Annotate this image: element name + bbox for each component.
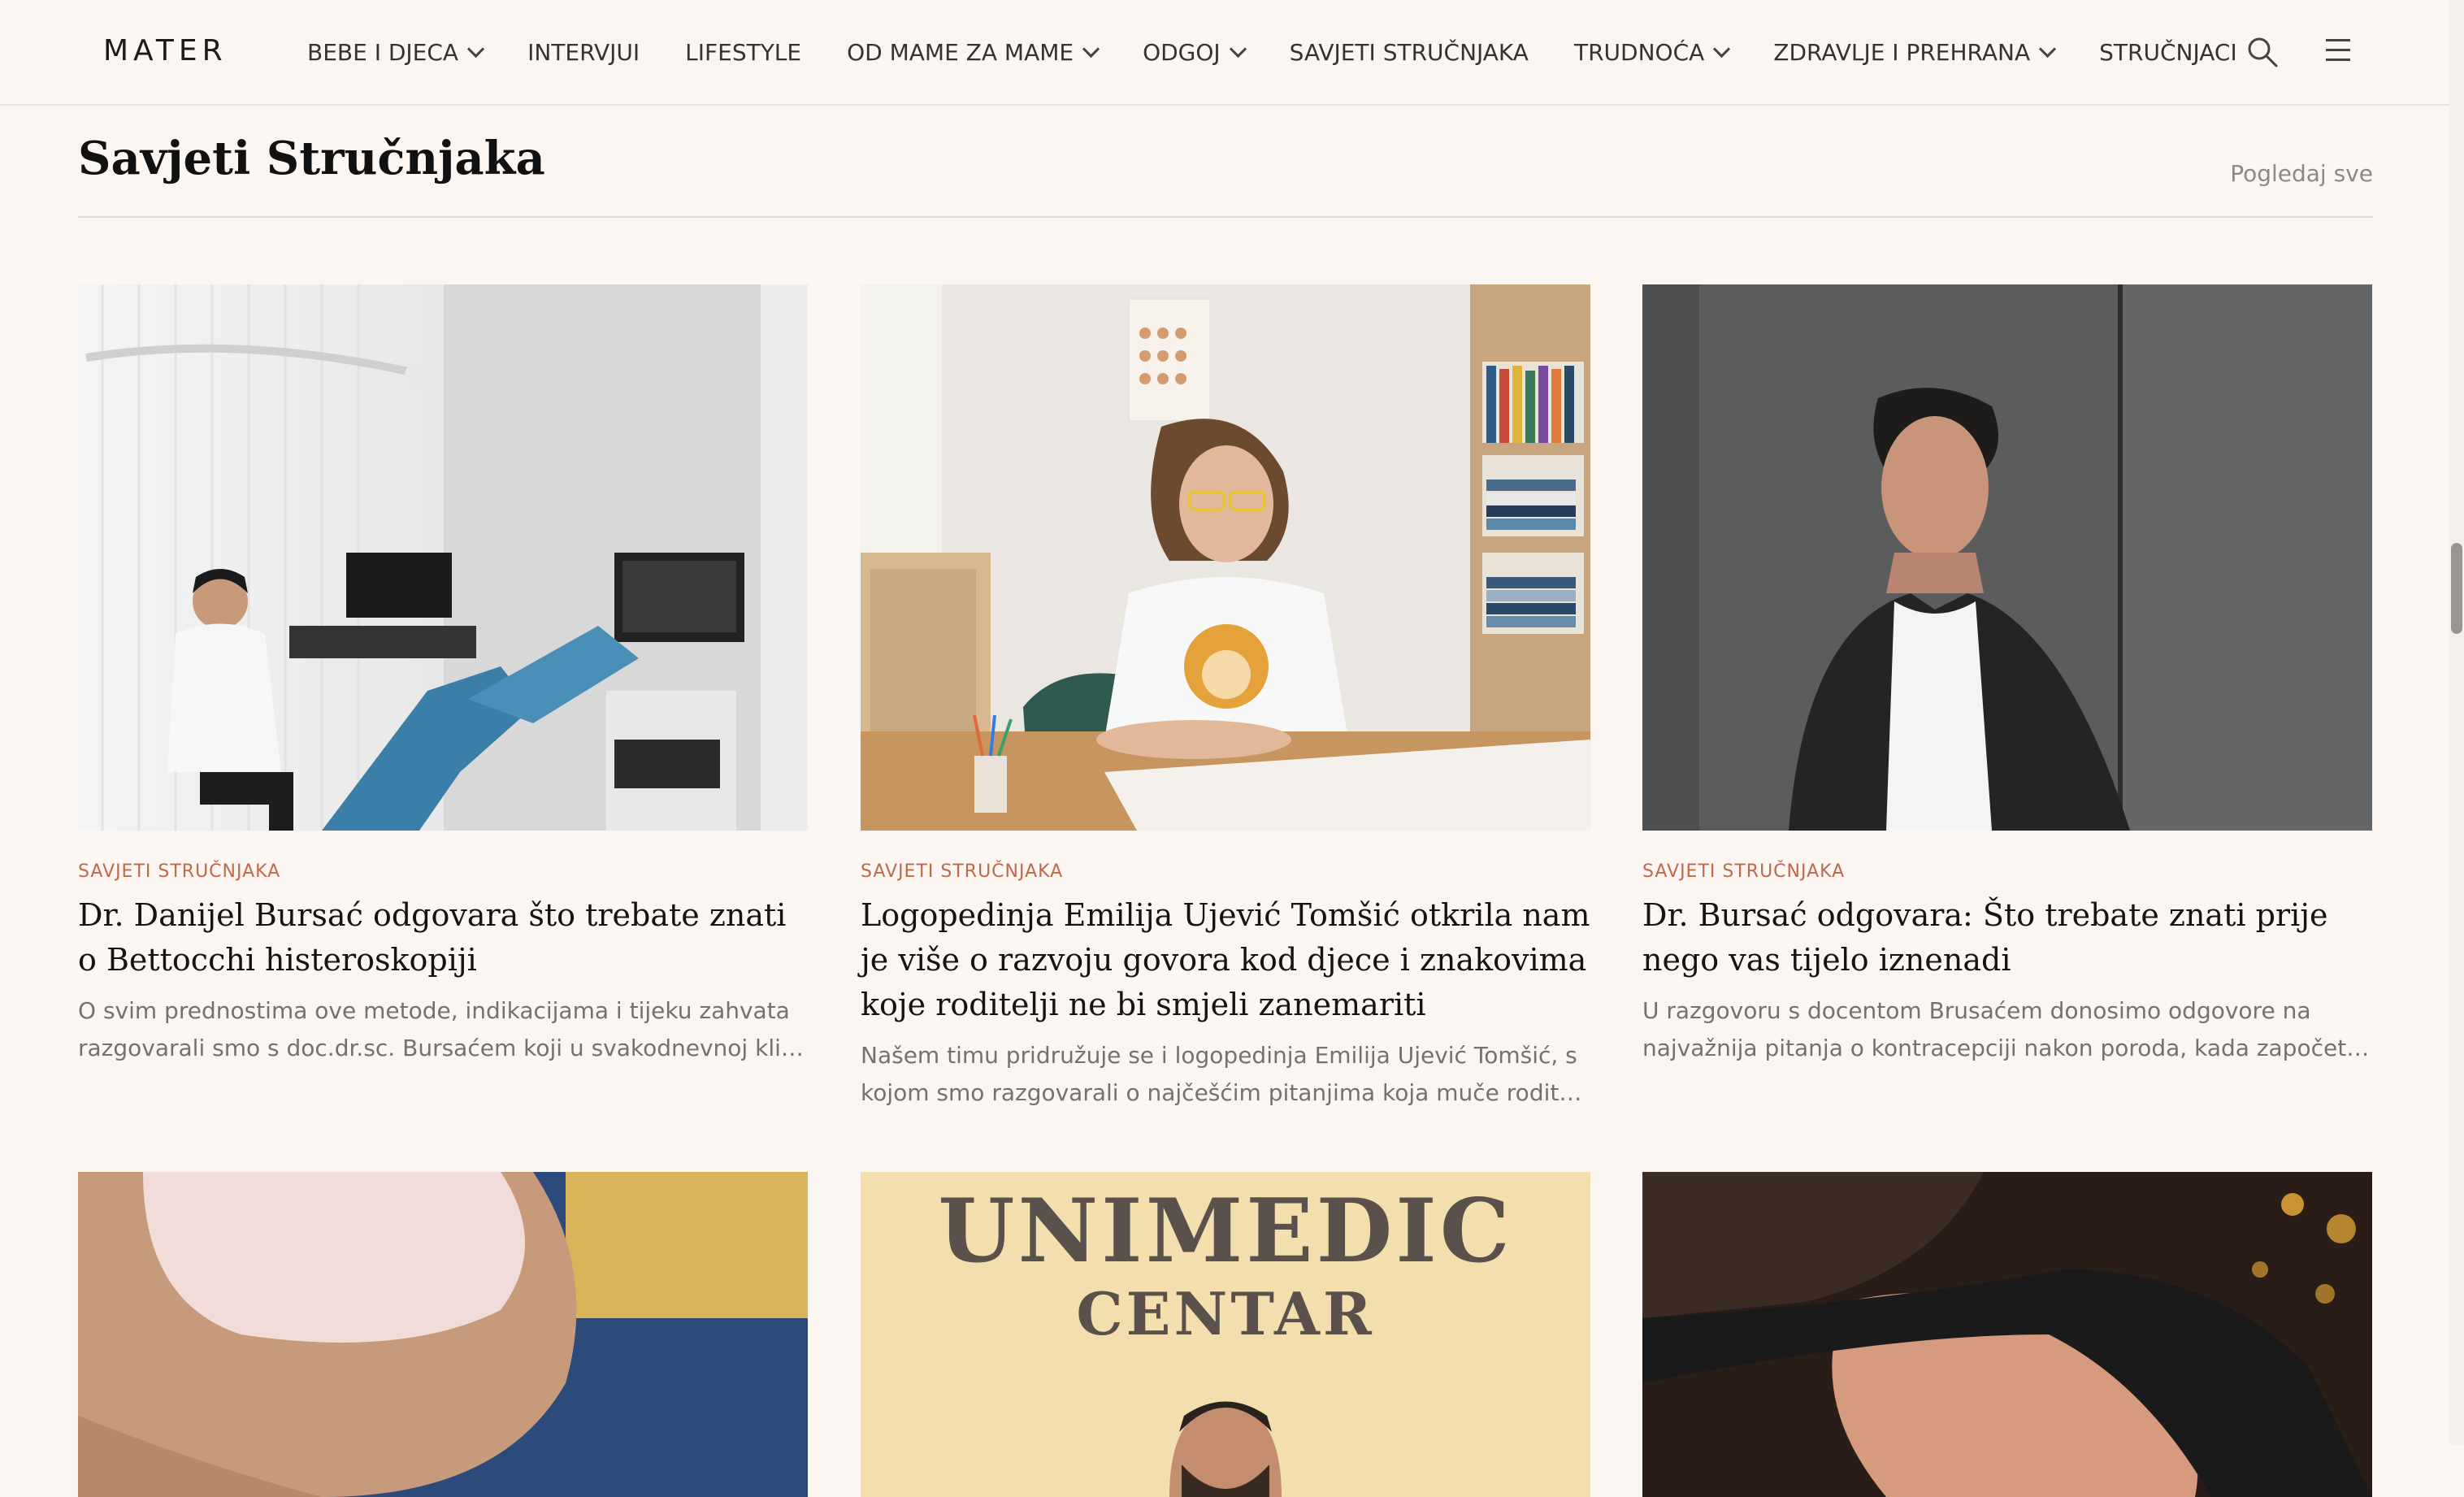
nav-item-label: OD MAME ZA MAME [847,38,1074,66]
article-image[interactable] [78,1172,808,1497]
article-image[interactable] [861,284,1590,831]
article-image[interactable] [1642,284,2372,831]
article-image[interactable] [78,284,808,831]
article-image[interactable] [1642,1172,2372,1497]
unimedic-sign-line2: CENTAR [1076,1279,1374,1348]
article-excerpt: Našem timu pridružuje se i logopedinja E… [861,1037,1590,1112]
nav-item-savjeti-strucnjaka[interactable]: SAVJETI STRUČNJAKA [1290,39,1529,66]
nav-item-trudnoca[interactable]: TRUDNOĆA [1573,38,1731,66]
main-nav: BEBE I DJECA INTERVJUI LIFESTYLE OD MAME… [307,0,2283,104]
nav-item-label: LIFESTYLE [685,38,802,66]
chevron-down-icon [1229,40,1247,58]
excerpt-line: Našem timu pridružuje se i logopedinja E… [861,1042,1577,1069]
article-title[interactable]: Dr. Danijel Bursać odgovara što trebate … [78,893,808,983]
nav-item-label: ODGOJ [1143,38,1221,66]
nav-item-label: TRUDNOĆA [1573,38,1705,66]
excerpt-line: O svim prednostima ove metode, indikacij… [78,997,790,1024]
article-card: SAVJETI STRUČNJAKA Dr. Bursać odgovara: … [1642,284,2372,1067]
nav-item-lifestyle[interactable]: LIFESTYLE [685,39,801,66]
chevron-down-icon [1082,40,1100,58]
article-excerpt: O svim prednostima ove metode, indikacij… [78,992,808,1067]
nav-item-bebe-i-djeca[interactable]: BEBE I DJECA [307,38,485,66]
scrollbar-track[interactable] [2449,0,2464,1445]
article-title[interactable]: Dr. Bursać odgovara: Što trebate znati p… [1642,893,2372,983]
article-category[interactable]: SAVJETI STRUČNJAKA [78,861,808,882]
chevron-down-icon [2039,40,2057,58]
site-logo[interactable]: MATER [103,34,228,67]
nav-item-label: ZDRAVLJE I PREHRANA [1773,38,2031,66]
article-card: SAVJETI STRUČNJAKA Logopedinja Emilija U… [861,284,1590,1112]
section-divider [78,216,2373,218]
unimedic-sign-line1: UNIMEDIC [938,1180,1512,1282]
excerpt-line: najvažnija pitanja o kontracepciji nakon… [1642,1035,2372,1061]
nav-item-label: INTERVJUI [527,38,640,66]
nav-item-intervjui[interactable]: INTERVJUI [527,39,640,66]
article-category[interactable]: SAVJETI STRUČNJAKA [1642,861,2372,882]
nav-item-strucnjaci[interactable]: STRUČNJACI [2099,39,2237,66]
site-header: MATER BEBE I DJECA INTERVJUI LIFESTYLE O… [0,0,2449,106]
nav-item-zdravlje-i-prehrana[interactable]: ZDRAVLJE I PREHRANA [1773,38,2057,66]
scrollbar-thumb[interactable] [2451,543,2462,634]
article-card: SAVJETI STRUČNJAKA Dr. Danijel Bursać od… [78,284,808,1067]
nav-item-label: SAVJETI STRUČNJAKA [1289,38,1529,66]
article-image[interactable]: UNIMEDIC CENTAR [861,1172,1590,1497]
article-excerpt: U razgovoru s docentom Brusaćem donosimo… [1642,992,2372,1067]
chevron-down-icon [466,40,485,58]
search-button[interactable] [2246,36,2279,68]
hamburger-menu-icon[interactable] [2326,39,2353,63]
article-category[interactable]: SAVJETI STRUČNJAKA [861,861,1590,882]
see-all-link[interactable]: Pogledaj sve [2230,160,2373,187]
excerpt-line: razgovarali smo s doc.dr.sc. Bursaćem ko… [78,1035,808,1061]
excerpt-line: U razgovoru s docentom Brusaćem donosimo… [1642,997,2311,1024]
nav-item-label: STRUČNJACI [2099,38,2237,66]
excerpt-line: kojom smo razgovarali o najčešćim pitanj… [861,1079,1590,1106]
chevron-down-icon [1713,40,1731,58]
nav-item-odgoj[interactable]: ODGOJ [1143,38,1247,66]
article-title[interactable]: Logopedinja Emilija Ujević Tomšić otkril… [861,893,1590,1027]
nav-item-od-mame-za-mame[interactable]: OD MAME ZA MAME [847,38,1100,66]
section-title: Savjeti Stručnjaka [78,132,545,185]
search-icon [2248,37,2278,67]
nav-item-label: BEBE I DJECA [307,38,459,66]
